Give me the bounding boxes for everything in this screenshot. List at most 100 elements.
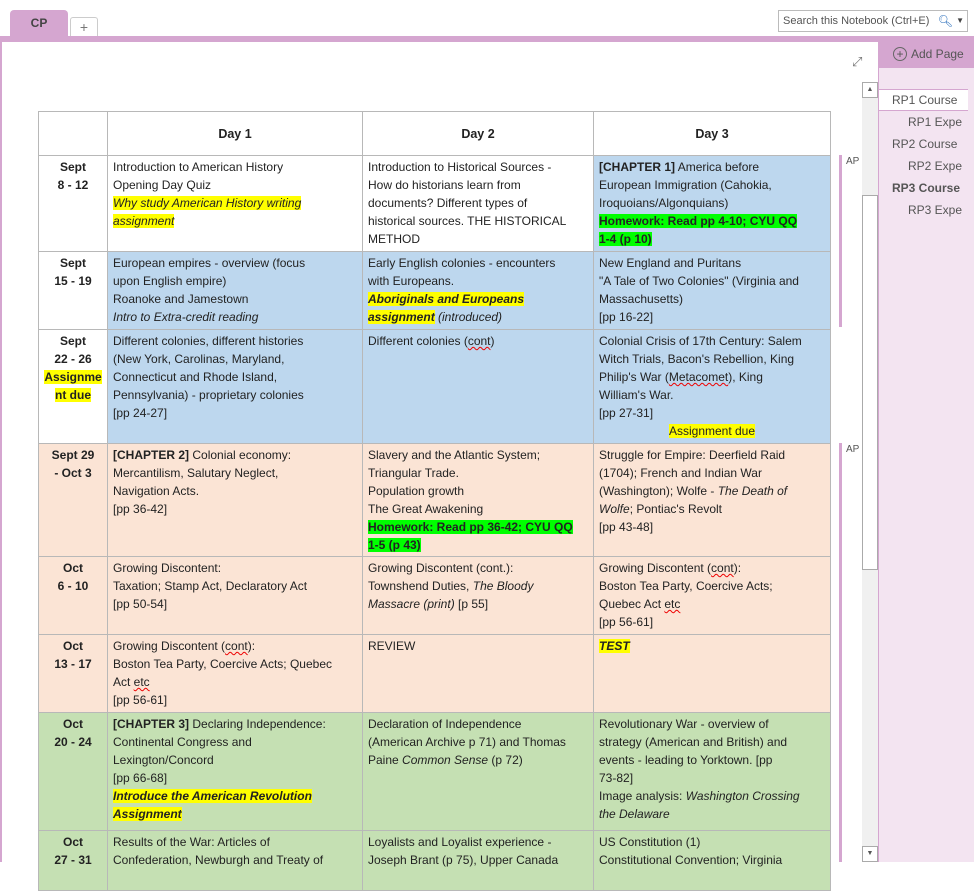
week-date-cell[interactable]: Sept 8 - 12 bbox=[38, 155, 108, 252]
day-1-cell[interactable]: [CHAPTER 2] Colonial economy: Mercantilis… bbox=[107, 443, 363, 557]
text-run: 22 - 26 bbox=[54, 352, 92, 366]
page-item-rp1-expe[interactable]: RP1 Expe bbox=[908, 115, 962, 129]
search-icon[interactable]: 🔍︎ bbox=[938, 11, 953, 31]
cell-line: Taxation; Stamp Act, Declaratory Act bbox=[113, 577, 357, 595]
cell-line: Homework: Read pp 4-10; CYU QQ bbox=[599, 212, 825, 230]
text-run: Loyalists and Loyalist experience - bbox=[368, 835, 552, 849]
cell-line: Sept bbox=[41, 332, 105, 350]
cell-line: Population growth bbox=[368, 482, 588, 500]
cell-line: events - leading to Yorktown. [pp bbox=[599, 751, 825, 769]
text-run: Continental Congress and bbox=[113, 735, 252, 749]
text-run: Struggle for Empire: Deerfield Raid bbox=[599, 448, 786, 462]
week-date-cell[interactable]: Oct 27 - 31 bbox=[38, 830, 108, 891]
text-run: Early English colonies - encounters bbox=[368, 256, 556, 270]
add-page-button[interactable]: + Add Page bbox=[879, 42, 974, 68]
day-1-cell[interactable]: Growing Discontent (cont): Boston Tea Par… bbox=[107, 634, 363, 713]
day-3-cell[interactable]: US Constitution (1) Constitutional Conven… bbox=[593, 830, 831, 891]
day-2-cell[interactable]: REVIEW bbox=[362, 634, 594, 713]
text-run: ): bbox=[733, 561, 742, 575]
cell-line: Aboriginals and Europeans bbox=[368, 290, 588, 308]
text-run: Triangular Trade. bbox=[368, 466, 459, 480]
text-run: Opening Day Quiz bbox=[113, 178, 212, 192]
page-item-rp2-expe[interactable]: RP2 Expe bbox=[908, 159, 962, 173]
day-3-cell[interactable]: New England and Puritans "A Tale of Two C… bbox=[593, 251, 831, 330]
add-section-tab[interactable]: + bbox=[70, 17, 98, 37]
text-run: (introduced) bbox=[434, 310, 503, 324]
text-run: [pp 36-42] bbox=[113, 502, 168, 516]
text-run: Confederation, Newburgh and Treaty of bbox=[113, 853, 324, 867]
cell-line: documents? Different types of bbox=[368, 194, 588, 212]
header-cell bbox=[38, 111, 108, 156]
cell-line: 1-5 (p 43) bbox=[368, 536, 588, 554]
text-run: Aboriginals and Europeans bbox=[368, 292, 525, 306]
day-2-cell[interactable]: Early English colonies - encounters with … bbox=[362, 251, 594, 330]
day-3-cell[interactable]: [CHAPTER 1] America before European Immig… bbox=[593, 155, 831, 252]
week-date-cell[interactable]: Oct 20 - 24 bbox=[38, 712, 108, 831]
day-2-cell[interactable]: Declaration of Independence (American Arc… bbox=[362, 712, 594, 831]
cell-line: upon English empire) bbox=[113, 272, 357, 290]
text-run: Different colonies ( bbox=[368, 334, 468, 348]
week-date-cell[interactable]: Oct 13 - 17 bbox=[38, 634, 108, 713]
week-date-cell[interactable]: Sept 22 - 26 Assignme nt due bbox=[38, 329, 108, 444]
cell-line: 22 - 26 bbox=[41, 350, 105, 368]
day-2-cell[interactable]: Slavery and the Atlantic System; Triangul… bbox=[362, 443, 594, 557]
page-item-rp3-expe[interactable]: RP3 Expe bbox=[908, 203, 962, 217]
text-run: Boston Tea Party, Coercive Acts; Quebec bbox=[113, 657, 332, 671]
search-input[interactable]: Search this Notebook (Ctrl+E) 🔍︎ ▼ bbox=[778, 10, 968, 32]
scroll-up-icon[interactable]: ▲ bbox=[862, 82, 878, 98]
text-run: Washington Crossing bbox=[685, 789, 800, 803]
text-run: cont bbox=[225, 639, 248, 653]
day-1-cell[interactable]: European empires - overview (focus upon E… bbox=[107, 251, 363, 330]
table-row: Sept 15 - 19 European empires - overview (… bbox=[38, 251, 831, 330]
text-run: (Washington); Wolfe - bbox=[599, 484, 718, 498]
day-2-cell[interactable]: Different colonies (cont) bbox=[362, 329, 594, 444]
cell-line: Loyalists and Loyalist experience - bbox=[368, 833, 588, 851]
text-run: ): bbox=[247, 639, 256, 653]
expand-icon[interactable]: ⤢ bbox=[852, 54, 862, 70]
text-run: Sept bbox=[59, 256, 86, 270]
day-3-cell[interactable]: TEST bbox=[593, 634, 831, 713]
cell-line: Pennsylvania) - proprietary colonies bbox=[113, 386, 357, 404]
text-run: Colonial Crisis of 17th Century: Salem bbox=[599, 334, 802, 348]
page-item-rp2-course[interactable]: RP2 Course bbox=[892, 137, 957, 151]
week-date-cell[interactable]: Sept 15 - 19 bbox=[38, 251, 108, 330]
day-2-cell[interactable]: Introduction to Historical Sources - How … bbox=[362, 155, 594, 252]
header-day-2: Day 2 bbox=[362, 111, 594, 156]
day-1-cell[interactable]: Growing Discontent: Taxation; Stamp Act, … bbox=[107, 556, 363, 635]
cell-line: (1704); French and Indian War bbox=[599, 464, 825, 482]
day-1-cell[interactable]: Results of the War: Articles of Confedera… bbox=[107, 830, 363, 891]
chevron-down-icon[interactable]: ▼ bbox=[956, 11, 964, 31]
day-1-cell[interactable]: Different colonies, different histories (… bbox=[107, 329, 363, 444]
scroll-down-icon[interactable]: ▼ bbox=[862, 846, 878, 862]
day-1-cell[interactable]: [CHAPTER 3] Declaring Independence: Conti… bbox=[107, 712, 363, 831]
section-tab-cp[interactable]: CP bbox=[10, 10, 68, 37]
author-marker: AP bbox=[846, 156, 860, 167]
cell-line: 1-4 (p 10) bbox=[599, 230, 825, 248]
cell-line: Image analysis: Washington Crossing bbox=[599, 787, 825, 805]
scroll-thumb[interactable] bbox=[862, 195, 878, 570]
day-3-cell[interactable]: Revolutionary War - overview of strategy … bbox=[593, 712, 831, 831]
vertical-scrollbar[interactable]: ▲ ▼ bbox=[862, 82, 878, 862]
cell-line: nt due bbox=[41, 386, 105, 404]
week-date-cell[interactable]: Sept 29 - Oct 3 bbox=[38, 443, 108, 557]
day-2-cell[interactable]: Growing Discontent (cont.): Townshend Dut… bbox=[362, 556, 594, 635]
day-1-cell[interactable]: Introduction to American History Opening … bbox=[107, 155, 363, 252]
cell-line: Continental Congress and bbox=[113, 733, 357, 751]
text-run: European empires - overview (focus bbox=[113, 256, 306, 270]
day-3-cell[interactable]: Colonial Crisis of 17th Century: Salem Wi… bbox=[593, 329, 831, 444]
text-run: 15 - 19 bbox=[54, 274, 92, 288]
cell-line: assignment (introduced) bbox=[368, 308, 588, 326]
text-run: Growing Discontent: bbox=[113, 561, 222, 575]
day-3-cell[interactable]: Growing Discontent (cont): Boston Tea Par… bbox=[593, 556, 831, 635]
cell-line: [pp 56-61] bbox=[599, 613, 825, 631]
page-item-rp3-course[interactable]: RP3 Course bbox=[892, 181, 960, 195]
day-3-cell[interactable]: Struggle for Empire: Deerfield Raid (1704… bbox=[593, 443, 831, 557]
text-run: 1-5 (p 43) bbox=[368, 538, 421, 552]
cell-line: European Immigration (Cahokia, bbox=[599, 176, 825, 194]
cell-line: 13 - 17 bbox=[41, 655, 105, 673]
day-2-cell[interactable]: Loyalists and Loyalist experience - Josep… bbox=[362, 830, 594, 891]
page-item-rp1-course[interactable]: RP1 Course bbox=[878, 89, 968, 111]
cell-line: Struggle for Empire: Deerfield Raid bbox=[599, 446, 825, 464]
week-date-cell[interactable]: Oct 6 - 10 bbox=[38, 556, 108, 635]
cell-line: Assignme bbox=[41, 368, 105, 386]
